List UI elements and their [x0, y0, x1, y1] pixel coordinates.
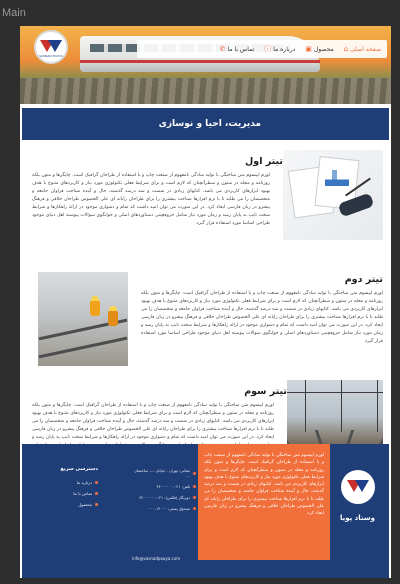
mailbox-icon — [193, 507, 196, 510]
quick-link-contact[interactable]: تماس با ما — [40, 491, 98, 496]
window-label: Main — [2, 7, 26, 19]
contact-phone: تلفن: ۰۲۱-۴۴۰۰۰۰۰۰ — [132, 484, 196, 489]
bullet-icon — [95, 503, 98, 506]
workers-image — [38, 272, 128, 366]
phone-icon — [193, 485, 196, 488]
footer-about-text: لورم ایپسوم متن ساختگی با تولید سادگی نا… — [204, 453, 324, 517]
quick-link-product[interactable]: محصول — [40, 502, 98, 507]
nav-label: درباره ما — [273, 45, 296, 53]
hero-header: ⌂ صفحه اصلی ▣ محصول ⓘ درباره ما ✆ تماس ب… — [20, 26, 391, 104]
section-title: تیتر دوم — [344, 274, 383, 285]
footer-about: لورم ایپسوم متن ساختگی با تولید سادگی نا… — [198, 444, 330, 560]
section-text: لورم ایپسوم متن ساختگی با تولید سادگی نا… — [32, 173, 270, 226]
contact-info: نشانی: تهران - خیابان ...، ساختمان ... ت… — [132, 468, 196, 517]
section-1: تیتر اول لورم ایپسوم متن ساختگی با تولید… — [28, 150, 383, 282]
nav-item-about[interactable]: ⓘ درباره ما — [264, 44, 295, 54]
contact-fax: دورنگار (فکس): ۰۲۱-۴۴۰۰۰۰۰۰ — [132, 495, 196, 500]
nav-label: صفحه اصلی — [350, 45, 381, 53]
title-bar: مدیریت، احیا و نوسازی — [22, 108, 389, 140]
bullet-icon — [95, 481, 98, 484]
site-logo[interactable]: VASNAD POUYA — [34, 30, 68, 64]
page-title: مدیریت، احیا و نوسازی — [158, 119, 261, 129]
quick-links: دسترسی سریع درباره ما تماس با ما محصول — [40, 466, 98, 513]
location-icon — [193, 471, 196, 475]
contact-pobox: صندوق پستی: ۱۴۰۰۰-۰۰۰ — [132, 506, 196, 511]
logo-mark — [40, 40, 62, 54]
footer: لورم ایپسوم متن ساختگی با تولید سادگی نا… — [20, 444, 391, 578]
section-text: لورم ایپسوم متن ساختگی با تولید سادگی نا… — [141, 291, 383, 344]
page: ⌂ صفحه اصلی ▣ محصول ⓘ درباره ما ✆ تماس ب… — [20, 26, 391, 578]
footer-logo[interactable] — [341, 470, 375, 504]
fax-icon — [193, 496, 196, 499]
phone-icon: ✆ — [219, 45, 226, 53]
bullet-icon — [95, 492, 98, 495]
box-icon: ▣ — [305, 45, 312, 53]
title-band: مدیریت، احیا و نوسازی — [20, 104, 391, 146]
nav-label: تماس با ما — [227, 45, 255, 53]
rails-image — [20, 78, 391, 104]
section-title: تیتر اول — [245, 156, 283, 167]
section-title: تیتر سوم — [244, 386, 287, 397]
quick-link-about[interactable]: درباره ما — [40, 480, 98, 485]
nav-label: محصول — [313, 45, 334, 53]
main-nav: ⌂ صفحه اصلی ▣ محصول ⓘ درباره ما ✆ تماس ب… — [137, 40, 387, 58]
nav-item-home[interactable]: ⌂ صفحه اصلی — [344, 45, 381, 53]
home-icon: ⌂ — [343, 45, 349, 53]
logo-mark — [347, 480, 369, 494]
quick-links-title: دسترسی سریع — [60, 466, 98, 472]
train-stripe — [80, 60, 320, 63]
documents-image — [283, 150, 383, 240]
nav-item-contact[interactable]: ✆ تماس با ما — [220, 45, 255, 53]
contact-email[interactable]: info@vasnadpouya.com — [132, 556, 180, 561]
footer-brand: وسناد پویا — [339, 514, 375, 522]
footer-panel: لورم ایپسوم متن ساختگی با تولید سادگی نا… — [22, 444, 389, 578]
info-icon: ⓘ — [264, 45, 272, 53]
nav-item-product[interactable]: ▣ محصول — [305, 45, 333, 53]
logo-text: VASNAD POUYA — [39, 54, 63, 58]
contact-address: نشانی: تهران - خیابان ...، ساختمان ... — [132, 468, 196, 478]
